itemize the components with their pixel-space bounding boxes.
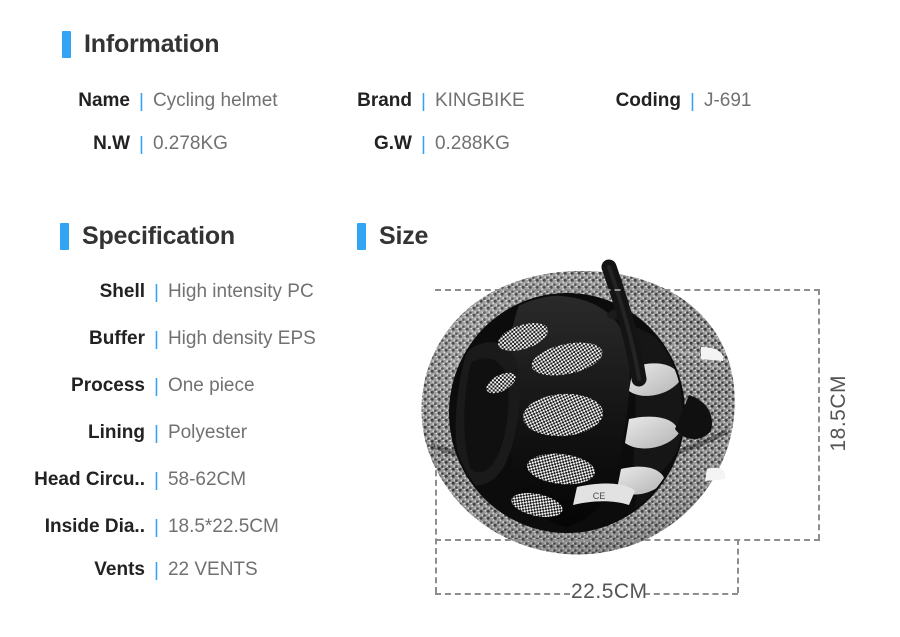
info-label-name: Name [78,90,130,111]
spec-label-shell: Shell [99,281,145,302]
dimension-line-width-right [644,593,738,595]
separator-icon: | [154,282,159,303]
spec-label-head-circumference: Head Circu.. [34,469,145,490]
spec-label-vents: Vents [94,559,145,580]
separator-icon: | [154,329,159,350]
accent-bar-icon [357,223,366,250]
dimension-line-right-drop [737,539,739,593]
separator-icon: | [154,470,159,491]
separator-icon: | [421,134,426,155]
info-label-net-weight: N.W [93,133,130,154]
separator-icon: | [139,134,144,155]
spec-value-buffer: High density EPS [167,328,316,349]
info-label-coding: Coding [615,90,681,111]
spec-row-inside-diameter: Inside Dia.. | 18.5*22.5CM [30,516,279,538]
spec-value-process: One piece [167,375,255,396]
info-label-gross-weight: G.W [374,133,412,154]
separator-icon: | [154,560,159,581]
spec-label-inside-diameter: Inside Dia.. [44,516,145,537]
info-value-gross-weight: 0.288KG [434,133,510,154]
product-image-helmet: CE [371,255,791,575]
spec-value-head-circumference: 58-62CM [167,469,247,490]
product-info-page: Information Name | Cycling helmet N.W | … [0,0,900,637]
spec-row-lining: Lining | Polyester [30,422,247,444]
spec-value-vents: 22 VENTS [167,559,258,580]
spec-row-vents: Vents | 22 VENTS [30,559,258,581]
info-row-gross-weight: G.W | 0.288KG [350,133,510,155]
spec-value-lining: Polyester [167,422,248,443]
section-title-size: Size [379,222,429,250]
separator-icon: | [154,423,159,444]
section-header-size: Size [357,222,428,251]
spec-row-shell: Shell | High intensity PC [30,281,314,303]
svg-text:CE: CE [593,491,606,501]
info-value-name: Cycling helmet [152,90,278,111]
dimension-label-width: 22.5CM [571,580,648,603]
accent-bar-icon [60,223,69,250]
dimension-label-height: 18.5CM [827,375,850,452]
separator-icon: | [139,91,144,112]
spec-label-lining: Lining [88,422,145,443]
info-row-coding: Coding | J-691 [603,90,752,112]
section-header-information: Information [62,30,219,59]
section-header-specification: Specification [60,222,235,251]
dimension-line-width-left [435,593,570,595]
info-row-net-weight: N.W | 0.278KG [56,133,228,155]
size-diagram: CE 18.5CM 22.5CM [357,255,900,615]
dimension-line-top [435,289,820,291]
section-title-information: Information [84,30,220,58]
section-title-specification: Specification [82,222,235,250]
info-value-net-weight: 0.278KG [152,133,228,154]
spec-label-process: Process [71,375,145,396]
spec-value-shell: High intensity PC [167,281,314,302]
helmet-illustration-icon: CE [421,259,735,555]
dimension-line-right-vertical [818,289,820,540]
separator-icon: | [690,91,695,112]
spec-value-inside-diameter: 18.5*22.5CM [167,516,279,537]
info-row-brand: Brand | KINGBIKE [350,90,525,112]
info-row-name: Name | Cycling helmet [56,90,278,112]
spec-row-buffer: Buffer | High density EPS [30,328,316,350]
spec-label-buffer: Buffer [89,328,145,349]
spec-row-process: Process | One piece [30,375,255,397]
info-label-brand: Brand [357,90,412,111]
separator-icon: | [154,517,159,538]
dimension-line-bottom [435,539,820,541]
accent-bar-icon [62,31,71,58]
info-value-brand: KINGBIKE [434,90,525,111]
dimension-line-left-vertical [435,441,437,593]
separator-icon: | [421,91,426,112]
spec-row-head-circumference: Head Circu.. | 58-62CM [30,469,246,491]
info-value-coding: J-691 [703,90,752,111]
separator-icon: | [154,376,159,397]
